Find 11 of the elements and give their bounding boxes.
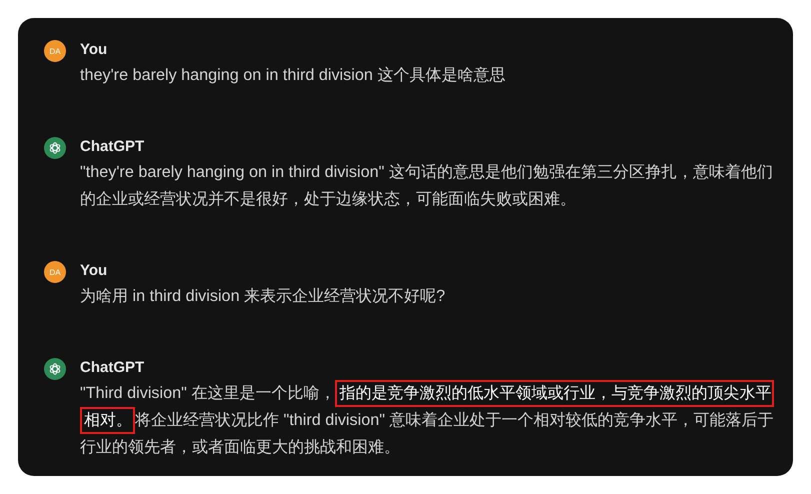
author-name: ChatGPT (80, 137, 144, 157)
user-avatar: DA (44, 40, 66, 62)
bot-avatar-icon (44, 137, 66, 159)
message-text: 为啥用 in third division 来表示企业经营状况不好呢? (80, 286, 446, 307)
author-name: You (80, 261, 108, 281)
message-text: they're barely hanging on in third division 这个具体是啥意思 (80, 65, 506, 86)
bot-avatar-icon (44, 358, 66, 380)
author-name: ChatGPT (80, 358, 144, 378)
message-text: "they're barely hanging on in third division" 这句话的意思是他们勉强在第三分区挣扎，意味着他们的企业或经营状况并不是很好，处于边缘状态，可能面临失败或困难。 (80, 162, 774, 210)
user-avatar: DA (44, 261, 66, 283)
author-name: You (80, 40, 108, 60)
